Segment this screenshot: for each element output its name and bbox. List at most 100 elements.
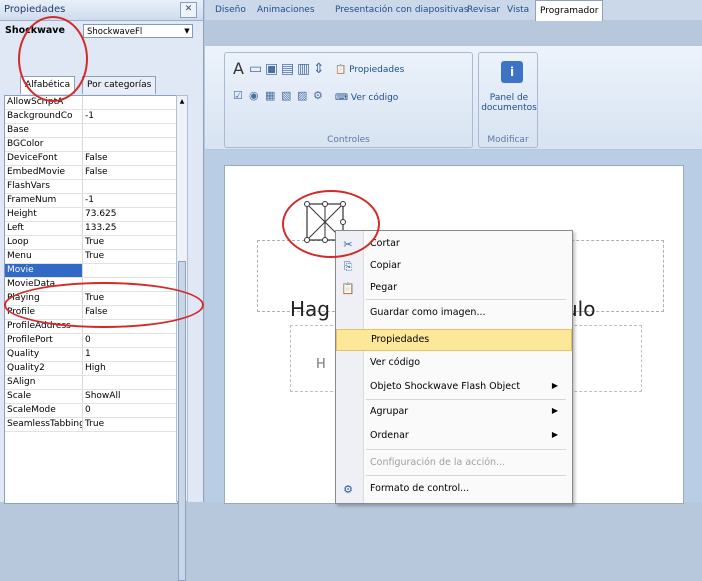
context-menu-item[interactable]: Ver código	[336, 353, 572, 375]
spin-control-icon[interactable]: ⇕	[313, 61, 325, 77]
context-menu-label: Formato de control...	[370, 483, 470, 494]
property-row[interactable]: Menu True	[5, 250, 177, 264]
property-value[interactable]: False	[85, 166, 175, 179]
controls-group: A ▭ ▣ ▤ ▥ ⇕ ☑ ◉ ▦ ▧ ▨ ⚙ 📋 Propiedades ⌨ …	[224, 52, 473, 148]
property-value[interactable]	[85, 96, 175, 109]
property-value[interactable]: False	[85, 152, 175, 165]
property-row[interactable]: Movie	[5, 264, 177, 278]
property-value[interactable]	[85, 376, 175, 389]
listbox-control-icon[interactable]: ▥	[297, 61, 310, 77]
property-value[interactable]: True	[85, 236, 175, 249]
combobox-control-icon[interactable]: ▤	[281, 61, 294, 77]
property-row[interactable]: BGColor	[5, 138, 177, 152]
property-value[interactable]: 73.625	[85, 208, 175, 221]
context-menu-item[interactable]: 📋 Pegar	[336, 278, 572, 300]
tab-vista[interactable]: Vista	[507, 0, 529, 20]
property-row[interactable]: AllowScriptA	[5, 96, 177, 110]
document-panel-icon[interactable]: i	[501, 61, 523, 83]
property-value[interactable]	[85, 138, 175, 151]
property-value[interactable]: 0	[85, 334, 175, 347]
property-name: EmbedMovie	[5, 166, 83, 179]
property-name: Quality2	[5, 362, 83, 375]
context-menu-item[interactable]: Configuración de la acción...	[336, 453, 572, 475]
property-row[interactable]: SeamlessTabbing True	[5, 418, 177, 432]
document-panel-button-label[interactable]: Panel de documentos	[481, 93, 537, 113]
property-value[interactable]	[85, 264, 175, 277]
property-row[interactable]: ProfilePort 0	[5, 334, 177, 348]
context-menu-item[interactable]: Objeto Shockwave Flash Object ▶	[336, 377, 572, 399]
property-row[interactable]: Scale ShowAll	[5, 390, 177, 404]
context-menu-item[interactable]: Propiedades	[336, 329, 572, 351]
property-row[interactable]: Left 133.25	[5, 222, 177, 236]
property-name: Height	[5, 208, 83, 221]
tab-revisar[interactable]: Revisar	[467, 0, 500, 20]
property-value[interactable]: -1	[85, 110, 175, 123]
property-name: Loop	[5, 236, 83, 249]
label-control-icon[interactable]: A	[233, 59, 244, 78]
property-name: BGColor	[5, 138, 83, 151]
property-row[interactable]: EmbedMovie False	[5, 166, 177, 180]
tab-presentacion[interactable]: Presentación con diapositivas	[335, 0, 469, 20]
context-menu-item[interactable]: Guardar como imagen...	[336, 303, 572, 325]
context-menu-item[interactable]: Ordenar ▶	[336, 426, 572, 448]
property-row[interactable]: Quality 1	[5, 348, 177, 362]
button-control-icon[interactable]: ▣	[265, 61, 278, 77]
tab-programador[interactable]: Programador	[535, 0, 604, 21]
properties-titlebar: Propiedades ✕	[0, 0, 203, 21]
tab-animaciones[interactable]: Animaciones	[257, 0, 315, 20]
context-menu-item[interactable]: ⎘ Copiar	[336, 256, 572, 278]
view-code-button[interactable]: ⌨ Ver código	[335, 93, 398, 103]
property-row[interactable]: DeviceFont False	[5, 152, 177, 166]
property-value[interactable]: 133.25	[85, 222, 175, 235]
property-name: FlashVars	[5, 180, 83, 193]
property-name: ScaleMode	[5, 404, 83, 417]
property-value[interactable]: True	[85, 418, 175, 431]
property-name: Quality	[5, 348, 83, 361]
chevron-down-icon[interactable]: ▼	[182, 25, 192, 37]
property-name: Menu	[5, 250, 83, 263]
property-name: SeamlessTabbing	[7, 418, 83, 431]
property-value[interactable]	[85, 124, 175, 137]
properties-button[interactable]: 📋 Propiedades	[335, 65, 404, 75]
toggle-control-icon[interactable]: ▧	[281, 89, 291, 102]
property-row[interactable]: Loop True	[5, 236, 177, 250]
textbox-control-icon[interactable]: ▭	[249, 61, 262, 77]
context-menu-label: Agrupar	[370, 406, 409, 417]
property-row[interactable]: FrameNum -1	[5, 194, 177, 208]
object-type-dropdown[interactable]: ShockwaveFl ▼	[83, 24, 193, 38]
property-name: FrameNum	[5, 194, 83, 207]
property-value[interactable]: -1	[85, 194, 175, 207]
property-row[interactable]: SAlign	[5, 376, 177, 390]
tab-por-categorias[interactable]: Por categorías	[82, 76, 157, 94]
menu-separator	[366, 299, 566, 300]
property-value[interactable]: True	[85, 250, 175, 263]
property-row[interactable]: Quality2 High	[5, 362, 177, 376]
image-control-icon[interactable]: ▦	[265, 89, 275, 102]
context-menu-item[interactable]: Agrupar ▶	[336, 402, 572, 424]
property-value[interactable]: 1	[85, 348, 175, 361]
copy-icon: ⎘	[343, 260, 353, 273]
property-value[interactable]: ShowAll	[85, 390, 175, 403]
scrollbar-control-icon[interactable]: ▨	[297, 89, 307, 102]
scroll-up-icon[interactable]: ▲	[177, 96, 187, 108]
annotation-circle-movie	[4, 282, 204, 328]
property-name: Movie	[5, 264, 83, 277]
property-row[interactable]: FlashVars	[5, 180, 177, 194]
context-menu-item[interactable]: ⚙ Formato de control...	[336, 479, 572, 501]
close-icon[interactable]: ✕	[180, 2, 197, 18]
property-row[interactable]: ScaleMode 0	[5, 404, 177, 418]
property-name: DeviceFont	[5, 152, 83, 165]
property-name: BackgroundCo	[5, 110, 83, 123]
checkbox-control-icon[interactable]: ☑	[233, 89, 243, 102]
menu-separator	[366, 475, 566, 476]
property-row[interactable]: Height 73.625	[5, 208, 177, 222]
property-value[interactable]: 0	[85, 404, 175, 417]
property-row[interactable]: Base	[5, 124, 177, 138]
properties-button-label: Propiedades	[349, 65, 405, 75]
radio-control-icon[interactable]: ◉	[249, 89, 259, 102]
property-value[interactable]: High	[85, 362, 175, 375]
more-controls-icon[interactable]: ⚙	[313, 89, 323, 102]
property-row[interactable]: BackgroundCo -1	[5, 110, 177, 124]
tab-diseno[interactable]: Diseño	[215, 0, 246, 20]
property-value[interactable]	[85, 180, 175, 193]
